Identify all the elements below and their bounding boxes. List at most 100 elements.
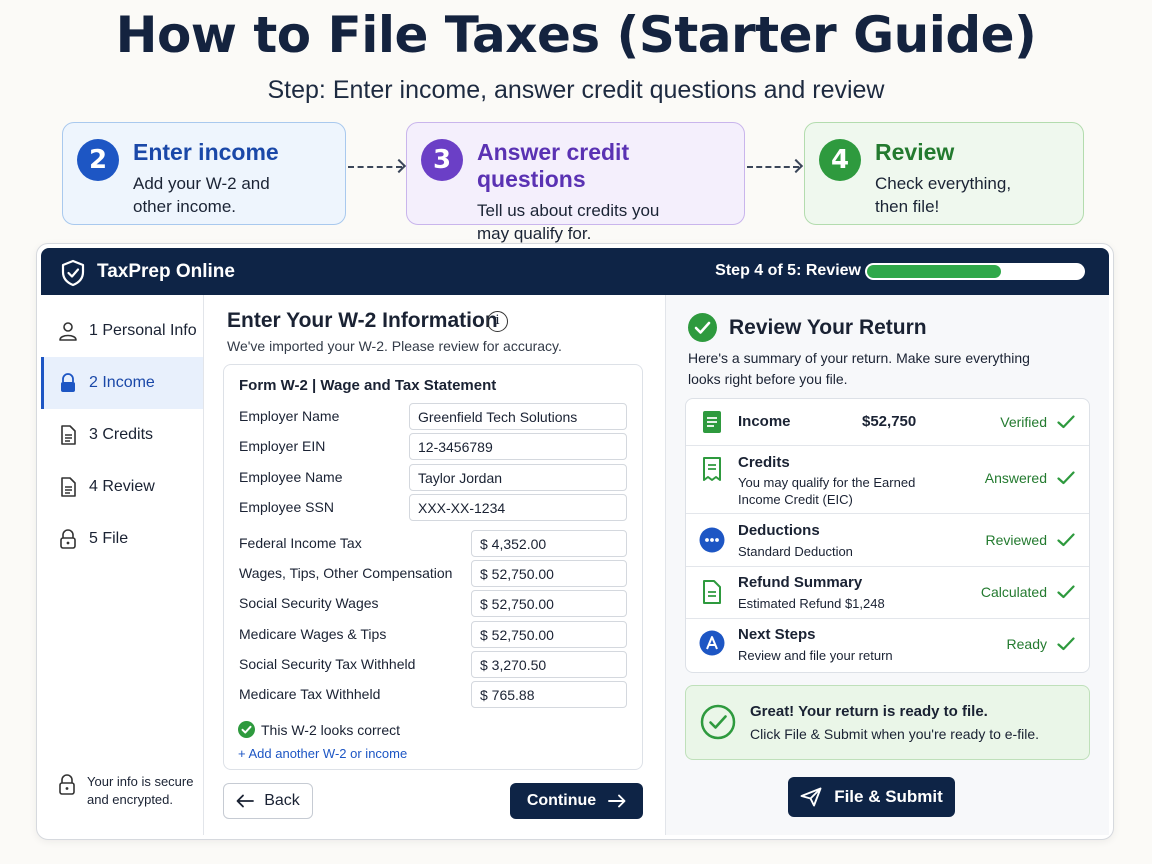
row-status: Answered <box>984 470 1047 486</box>
w2-title: Enter Your W-2 Information <box>227 309 498 332</box>
lock-icon <box>59 774 75 795</box>
row-name: Next Steps <box>738 626 816 643</box>
file-submit-button[interactable]: File & Submit <box>788 777 955 817</box>
progress-fill <box>867 265 1001 278</box>
row-name: Income <box>738 413 791 430</box>
ready-title: Great! Your return is ready to file. <box>750 703 988 720</box>
field-medicare-tax-withheld: Medicare Tax Withheld $ 765.88 <box>239 681 627 709</box>
step-desc-line: may qualify for. <box>477 224 592 243</box>
field-label: Social Security Wages <box>239 595 379 611</box>
row-name: Refund Summary <box>738 574 863 591</box>
add-w2-link[interactable]: + Add another W-2 or income <box>238 746 407 761</box>
employee-ssn-input[interactable]: XXX-XX-1234 <box>409 494 627 521</box>
review-row-deductions[interactable]: Deductions Standard Deduction Reviewed <box>686 514 1089 567</box>
security-note: Your info is secure and encrypted. <box>57 773 193 809</box>
sidebar-item-income[interactable]: 2 Income <box>41 357 203 409</box>
w2-subtitle: We've imported your W-2. Please review f… <box>227 338 562 354</box>
sidebar-item-credits[interactable]: 3 Credits <box>41 409 203 461</box>
step-number-badge: 3 <box>421 139 463 181</box>
review-summary-list: Income $52,750 Verified Credits You may … <box>685 398 1090 673</box>
dashed-arrow-icon <box>747 166 799 168</box>
federal-income-tax-input[interactable]: $ 4,352.00 <box>471 530 627 557</box>
back-button[interactable]: Back <box>223 783 313 819</box>
document-icon <box>703 580 721 604</box>
shield-check-icon <box>61 259 85 287</box>
page-subtitle: Step: Enter income, answer credit questi… <box>267 76 885 104</box>
step-description: Check everything, then file! <box>875 172 1011 218</box>
field-label: Employee Name <box>239 469 343 485</box>
step-title: Review <box>875 139 955 165</box>
sidebar-item-label: 4 Review <box>89 478 155 495</box>
employee-name-input[interactable]: Taylor Jordan <box>409 464 627 491</box>
app-header: TaxPrep Online Step 4 of 5: Review <box>41 248 1109 295</box>
step-card-review: 4 Review Check everything, then file! <box>804 122 1084 225</box>
step-desc-line: Add your W-2 and <box>133 174 270 193</box>
lock-icon <box>60 529 76 549</box>
review-row-income[interactable]: Income $52,750 Verified <box>686 399 1089 446</box>
field-employer-ein: Employer EIN 12-3456789 <box>239 433 627 461</box>
continue-button[interactable]: Continue <box>510 783 643 819</box>
field-label: Employer EIN <box>239 438 326 454</box>
info-icon[interactable]: i <box>487 311 508 332</box>
wages-input[interactable]: $ 52,750.00 <box>471 560 627 587</box>
employer-name-input[interactable]: Greenfield Tech Solutions <box>409 403 627 430</box>
row-amount: $52,750 <box>862 413 917 430</box>
checkmark-icon <box>1057 415 1075 429</box>
w2-form: Form W-2 | Wage and Tax Statement Employ… <box>223 364 643 770</box>
letter-a-icon <box>699 630 725 656</box>
field-label: Employee SSN <box>239 499 334 515</box>
ss-tax-withheld-input[interactable]: $ 3,270.50 <box>471 651 627 678</box>
checkmark-icon <box>1057 471 1075 485</box>
field-federal-income-tax: Federal Income Tax $ 4,352.00 <box>239 530 627 558</box>
medicare-tax-withheld-input[interactable]: $ 765.88 <box>471 681 627 708</box>
progress-bar <box>865 263 1085 280</box>
arrow-left-icon <box>236 794 255 808</box>
employer-ein-input[interactable]: 12-3456789 <box>409 433 627 460</box>
step-desc-line: Tell us about credits you <box>477 201 660 220</box>
field-employer-name: Employer Name Greenfield Tech Solutions <box>239 403 627 431</box>
check-circle-icon <box>688 313 717 342</box>
row-desc: Estimated Refund $1,248 <box>738 596 885 611</box>
document-icon <box>61 477 76 497</box>
row-name: Deductions <box>738 522 820 539</box>
field-medicare-wages: Medicare Wages & Tips $ 52,750.00 <box>239 621 627 649</box>
arrow-right-icon <box>608 794 626 808</box>
security-note-line: Your info is secure <box>87 774 194 789</box>
sidebar-item-label: 5 File <box>89 530 129 547</box>
field-employee-ssn: Employee SSN XXX-XX-1234 <box>239 494 627 522</box>
review-row-credits[interactable]: Credits You may qualify for the Earned I… <box>686 446 1089 514</box>
check-circle-icon <box>700 704 736 740</box>
field-label: Federal Income Tax <box>239 535 362 551</box>
more-dots-icon <box>699 527 725 553</box>
receipt-icon <box>703 457 721 481</box>
field-ss-tax-withheld: Social Security Tax Withheld $ 3,270.50 <box>239 651 627 679</box>
row-desc: Income Credit (EIC) <box>738 492 853 507</box>
ready-to-file-banner: Great! Your return is ready to file. Cli… <box>685 685 1090 760</box>
row-status: Calculated <box>980 584 1047 600</box>
sidebar-nav: 1 Personal Info 2 Income 3 Credits 4 Rev… <box>41 295 204 835</box>
field-ss-wages: Social Security Wages $ 52,750.00 <box>239 590 627 618</box>
sidebar-item-personal-info[interactable]: 1 Personal Info <box>41 305 203 357</box>
row-status: Reviewed <box>985 532 1047 548</box>
step-number-badge: 4 <box>819 139 861 181</box>
field-label: Wages, Tips, Other Compensation <box>239 565 453 581</box>
review-row-next-steps[interactable]: Next Steps Review and file your return R… <box>686 619 1089 671</box>
row-status: Verified <box>1000 414 1047 430</box>
sidebar-item-file[interactable]: 5 File <box>41 513 203 565</box>
review-row-refund-summary[interactable]: Refund Summary Estimated Refund $1,248 C… <box>686 567 1089 619</box>
person-icon <box>59 322 77 341</box>
step-description: Add your W-2 and other income. <box>133 172 279 218</box>
sidebar-item-review[interactable]: 4 Review <box>41 461 203 513</box>
field-wages: Wages, Tips, Other Compensation $ 52,750… <box>239 560 627 588</box>
ss-wages-input[interactable]: $ 52,750.00 <box>471 590 627 617</box>
document-icon <box>61 425 76 445</box>
review-heading: Review Your Return <box>688 313 927 342</box>
w2-panel: Enter Your W-2 Information i We've impor… <box>205 295 665 835</box>
row-desc: You may qualify for the Earned <box>738 475 916 490</box>
step-title: Answer credit questions <box>477 139 630 192</box>
step-card-credit-questions: 3 Answer credit questions Tell us about … <box>406 122 745 243</box>
w2-confirm-checkbox[interactable]: This W-2 looks correct <box>238 721 400 738</box>
document-icon <box>703 411 721 433</box>
medicare-wages-input[interactable]: $ 52,750.00 <box>471 621 627 648</box>
field-label: Medicare Tax Withheld <box>239 686 381 702</box>
